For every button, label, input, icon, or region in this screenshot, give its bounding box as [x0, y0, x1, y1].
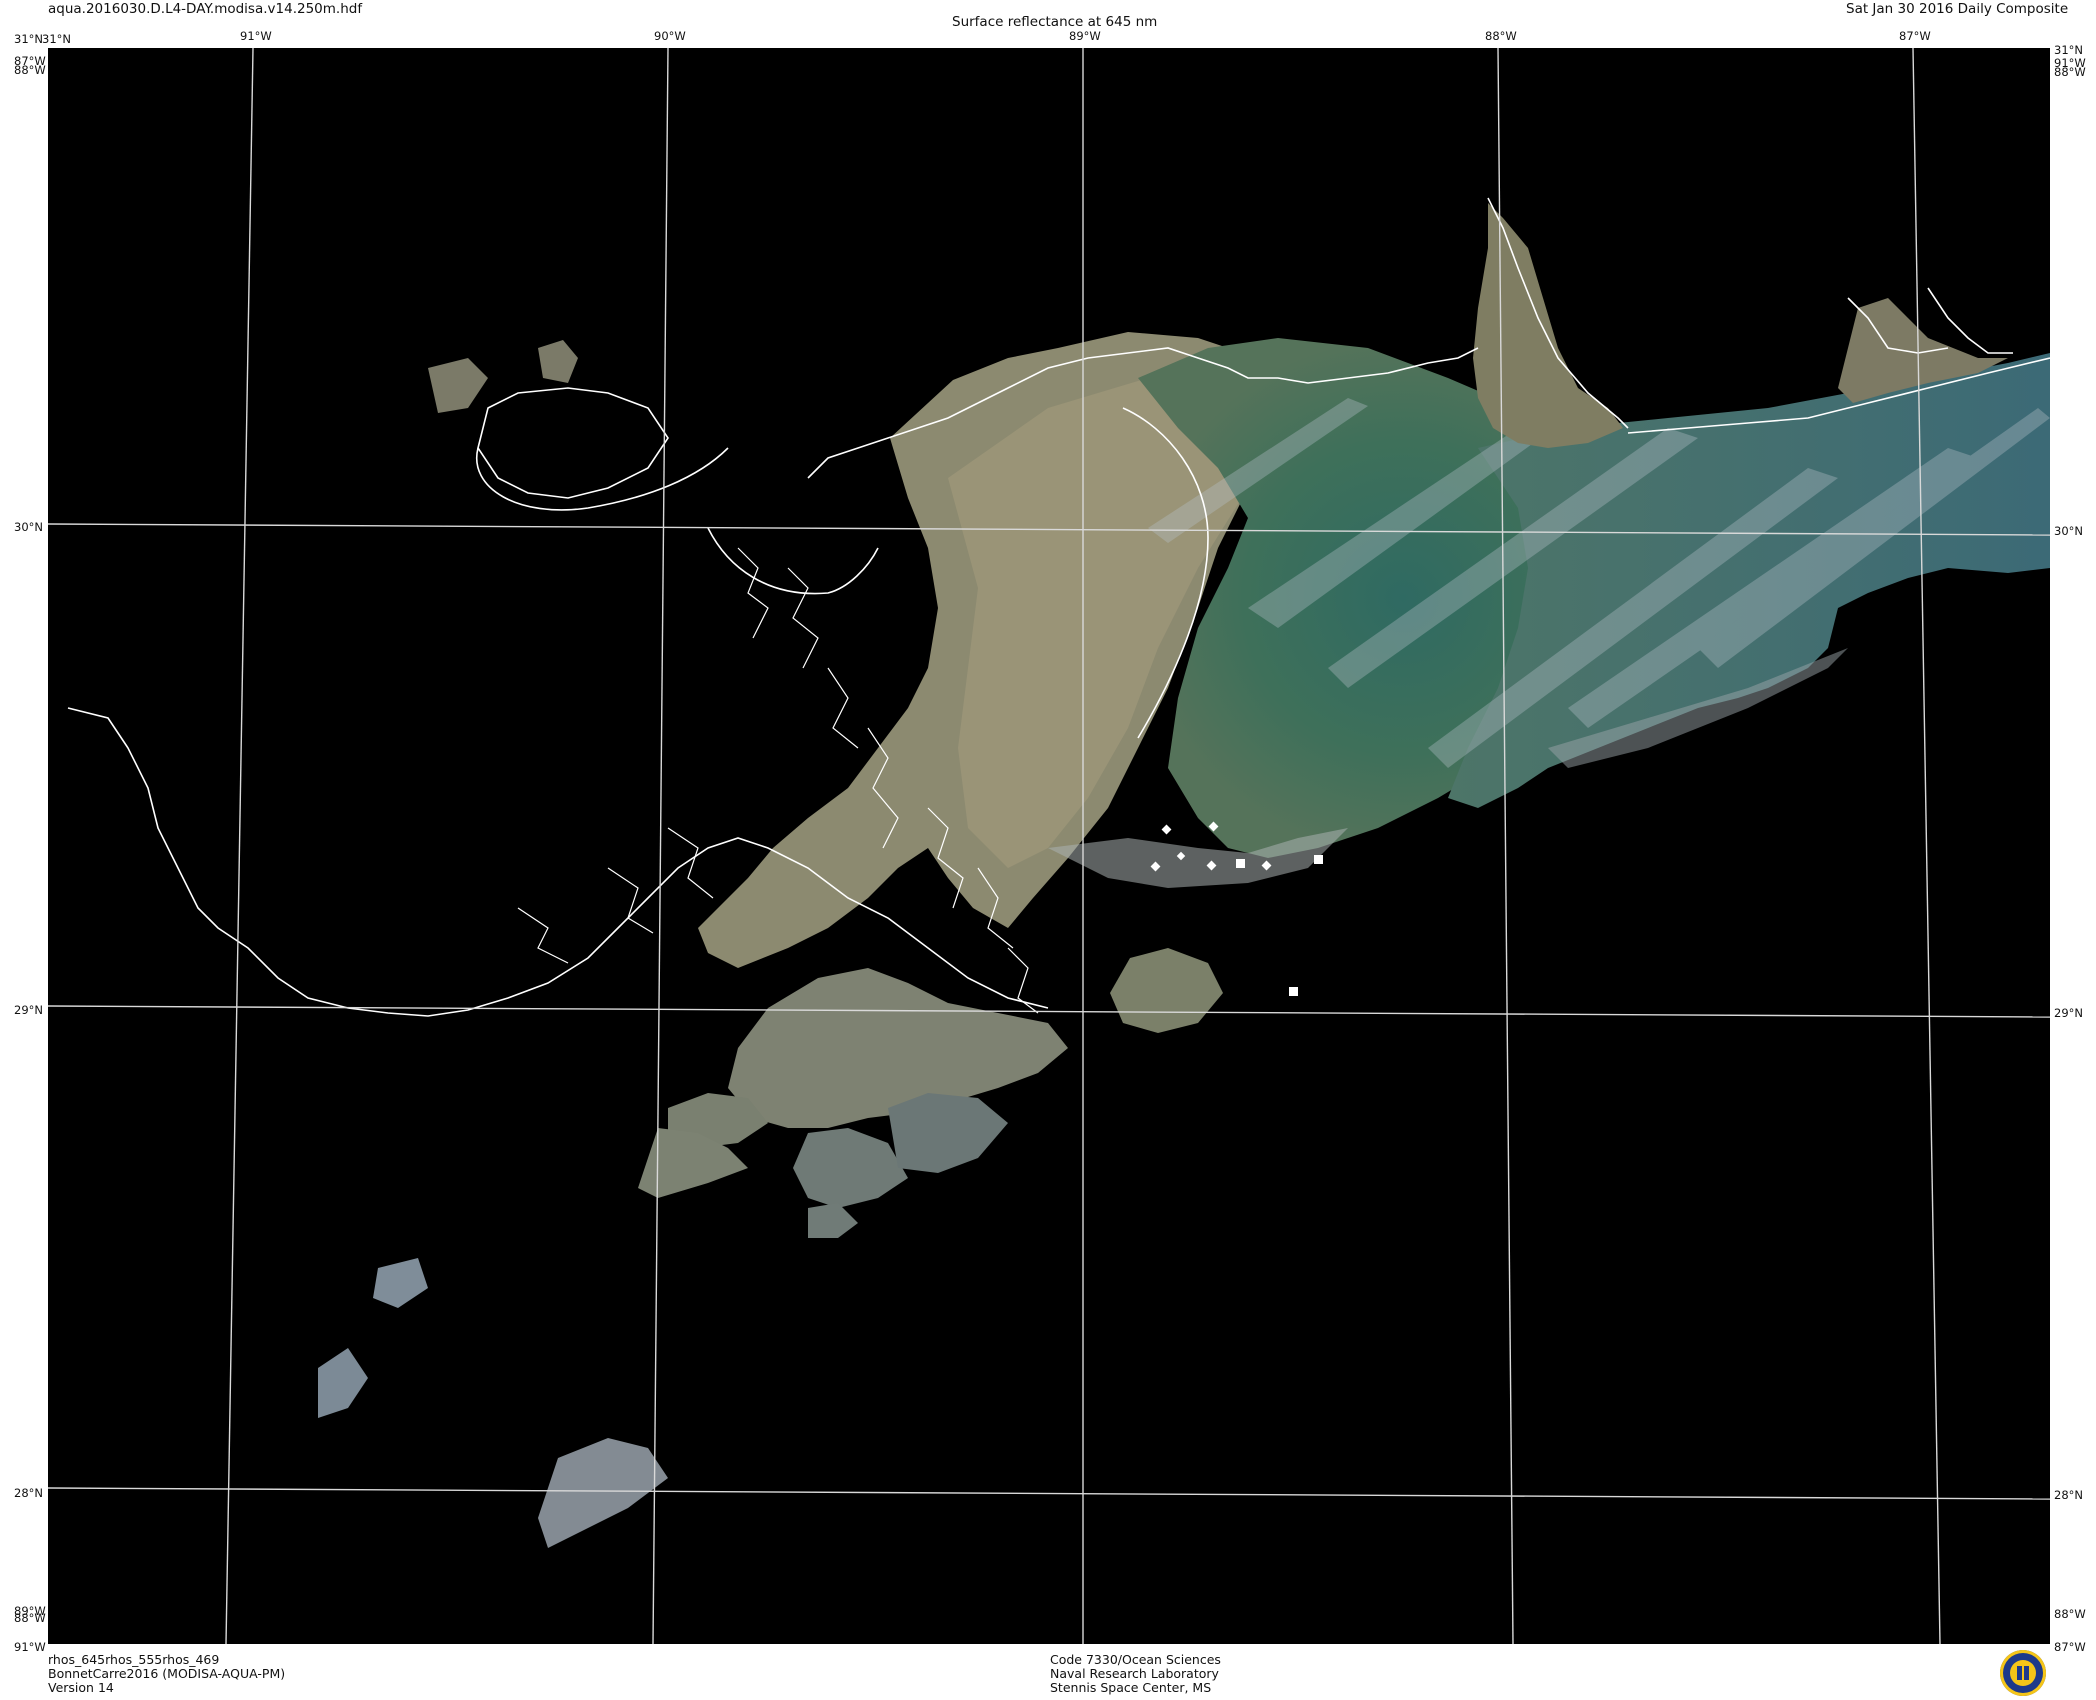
org-location: Stennis Space Center, MS	[1050, 1680, 1212, 1695]
station-square	[1289, 987, 1298, 996]
grid-lon-87w	[1912, 48, 1941, 1644]
left-lat-label-29n: 29°N	[14, 1003, 43, 1017]
mobile-bay-land	[1473, 203, 1623, 448]
right-lat-label-30n: 30°N	[2054, 524, 2083, 538]
corner-label-bottom-left-c: 91°W	[14, 1640, 46, 1654]
cloud-patch-sw-3	[538, 1438, 668, 1548]
top-lon-label-88w: 88°W	[1485, 29, 1517, 43]
corner-label-top-right-lon-b: 88°W	[2054, 65, 2086, 79]
cloud-margin	[1048, 828, 1348, 888]
plume-patch-south-1	[728, 968, 1068, 1128]
map-canvas	[48, 48, 2050, 1644]
grid-lon-90w	[652, 48, 669, 1644]
plume-patch-south-7	[1110, 948, 1223, 1033]
grid-lat-29n	[48, 1005, 2050, 1018]
satellite-map[interactable]	[48, 48, 2050, 1644]
grid-lat-28n	[48, 1487, 2050, 1500]
top-lon-label-91w: 91°W	[240, 29, 272, 43]
corner-label-top-left-lon-top: 31°N	[42, 32, 71, 46]
corner-label-top-left-lat: 31°N	[14, 32, 43, 46]
corner-label-bottom-right-a: 88°W	[2054, 1607, 2086, 1621]
org-code: Code 7330/Ocean Sciences	[1050, 1652, 1221, 1667]
plume-patch-south-4	[793, 1128, 908, 1208]
plume-patch-south-6	[808, 1203, 858, 1238]
top-lon-label-90w: 90°W	[654, 29, 686, 43]
product-bands: rhos_645rhos_555rhos_469	[48, 1652, 220, 1667]
top-lon-label-89w: 89°W	[1069, 29, 1101, 43]
land-patch-nw-2	[538, 340, 578, 383]
cloud-patch-sw-1	[373, 1258, 428, 1308]
top-lon-label-87w: 87°W	[1899, 29, 1931, 43]
left-lat-label-30n: 30°N	[14, 520, 43, 534]
cloud-patch-sw-2	[318, 1348, 368, 1418]
product-title: Surface reflectance at 645 nm	[952, 14, 1158, 30]
composite-date: Sat Jan 30 2016 Daily Composite	[1846, 1, 2069, 17]
file-name: aqua.2016030.D.L4-DAY.modisa.v14.250m.hd…	[48, 1, 363, 17]
corner-label-bottom-left-b: 88°W	[14, 1611, 46, 1625]
corner-label-top-left-lon-b: 88°W	[14, 63, 46, 77]
station-square	[1314, 855, 1323, 864]
grid-lon-91w	[225, 48, 254, 1644]
corner-label-bottom-right-b: 87°W	[2054, 1640, 2086, 1654]
left-lat-label-28n: 28°N	[14, 1486, 43, 1500]
right-lat-label-29n: 29°N	[2054, 1006, 2083, 1020]
product-version: Version 14	[48, 1680, 114, 1695]
plume-patch-south-5	[888, 1093, 1008, 1173]
station-square	[1236, 859, 1245, 868]
product-campaign: BonnetCarre2016 (MODISA-AQUA-PM)	[48, 1666, 286, 1681]
station-diamond	[1161, 824, 1172, 835]
org-name: Naval Research Laboratory	[1050, 1666, 1219, 1681]
land-patch-nw-1	[428, 358, 488, 413]
right-lat-label-28n: 28°N	[2054, 1488, 2083, 1502]
nrl-seal-icon	[2000, 1650, 2046, 1696]
